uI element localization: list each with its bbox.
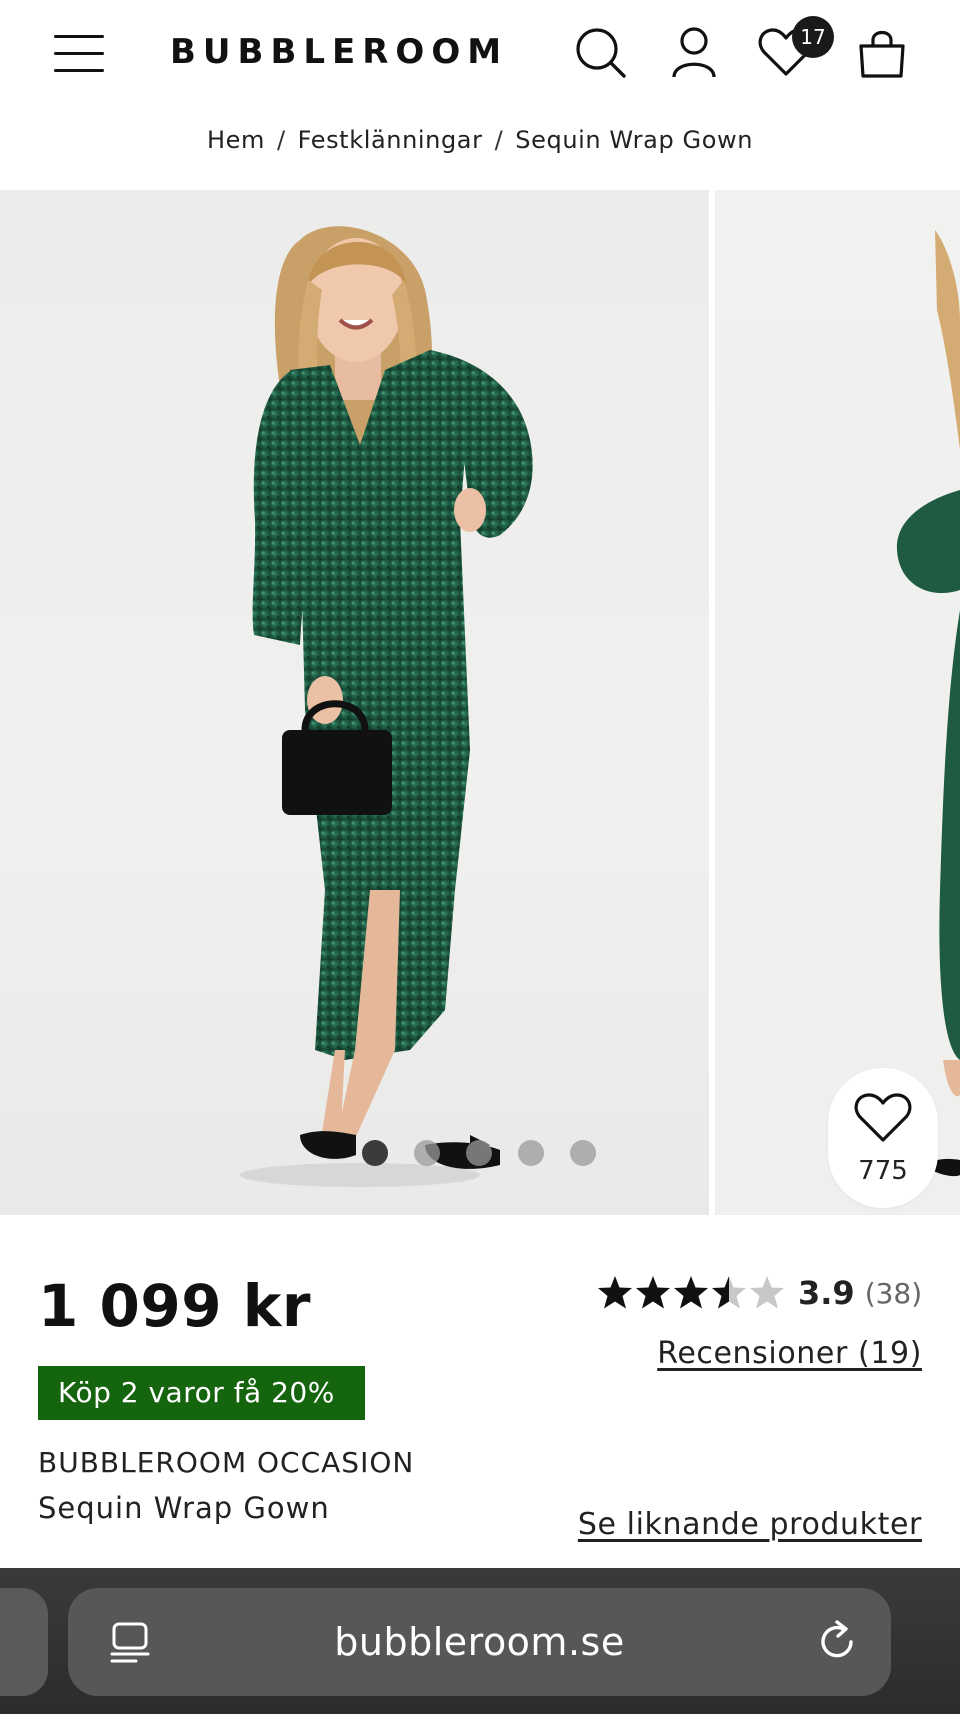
breadcrumb-current: Sequin Wrap Gown <box>515 126 754 154</box>
menu-icon[interactable] <box>52 30 106 78</box>
product-image-next[interactable] <box>715 190 960 1215</box>
heart-icon <box>854 1093 912 1142</box>
gallery-dot-2[interactable] <box>414 1140 440 1166</box>
breadcrumb-separator: / <box>276 126 286 154</box>
rating-value: 3.9 <box>798 1274 855 1312</box>
site-logo[interactable]: BUBBLEROOM <box>170 32 508 72</box>
shopping-bag-icon[interactable] <box>852 22 912 82</box>
similar-products-link[interactable]: Se liknande produkter <box>578 1507 922 1542</box>
url-text: bubbleroom.se <box>334 1620 625 1664</box>
previous-tab[interactable] <box>0 1588 48 1696</box>
browser-address-bar: bubbleroom.se <box>0 1568 960 1714</box>
product-image-gallery[interactable]: 775 <box>0 190 960 1215</box>
gallery-pagination <box>362 1140 596 1166</box>
breadcrumb-category[interactable]: Festklänningar <box>298 126 483 154</box>
rating-stars <box>596 1274 786 1312</box>
star-icon <box>636 1276 670 1309</box>
product-brand[interactable]: BUBBLEROOM OCCASION <box>38 1446 414 1479</box>
favorite-count: 775 <box>858 1156 908 1186</box>
product-name: Sequin Wrap Gown <box>38 1491 330 1525</box>
breadcrumb-home[interactable]: Hem <box>207 126 265 154</box>
breadcrumb-separator: / <box>494 126 504 154</box>
model-in-dress-illustration <box>240 226 533 1187</box>
promo-badge: Köp 2 varor få 20% <box>38 1366 365 1420</box>
gallery-dot-1[interactable] <box>362 1140 388 1166</box>
wishlist-count-badge: 17 <box>792 16 834 58</box>
gallery-dot-3[interactable] <box>466 1140 492 1166</box>
rating-count: (38) <box>864 1276 923 1310</box>
gallery-dot-5[interactable] <box>570 1140 596 1166</box>
url-field[interactable]: bubbleroom.se <box>68 1588 891 1696</box>
account-icon[interactable] <box>664 22 724 82</box>
star-icon <box>712 1276 746 1309</box>
model-side-illustration <box>896 230 960 1177</box>
star-icon <box>750 1276 784 1309</box>
product-price: 1 099 kr <box>38 1272 311 1340</box>
product-image-main[interactable] <box>0 190 709 1215</box>
site-header: BUBBLEROOM 17 <box>0 0 960 110</box>
product-rating[interactable]: 3.9 (38) <box>596 1270 922 1316</box>
gallery-dot-4[interactable] <box>518 1140 544 1166</box>
star-icon <box>598 1276 632 1309</box>
search-icon[interactable] <box>570 22 630 82</box>
star-icon <box>674 1276 708 1309</box>
breadcrumb: Hem / Festklänningar / Sequin Wrap Gown <box>0 126 960 154</box>
reviews-link[interactable]: Recensioner (19) <box>657 1336 922 1371</box>
reload-icon[interactable] <box>813 1618 861 1666</box>
favorite-button[interactable]: 775 <box>828 1068 938 1208</box>
